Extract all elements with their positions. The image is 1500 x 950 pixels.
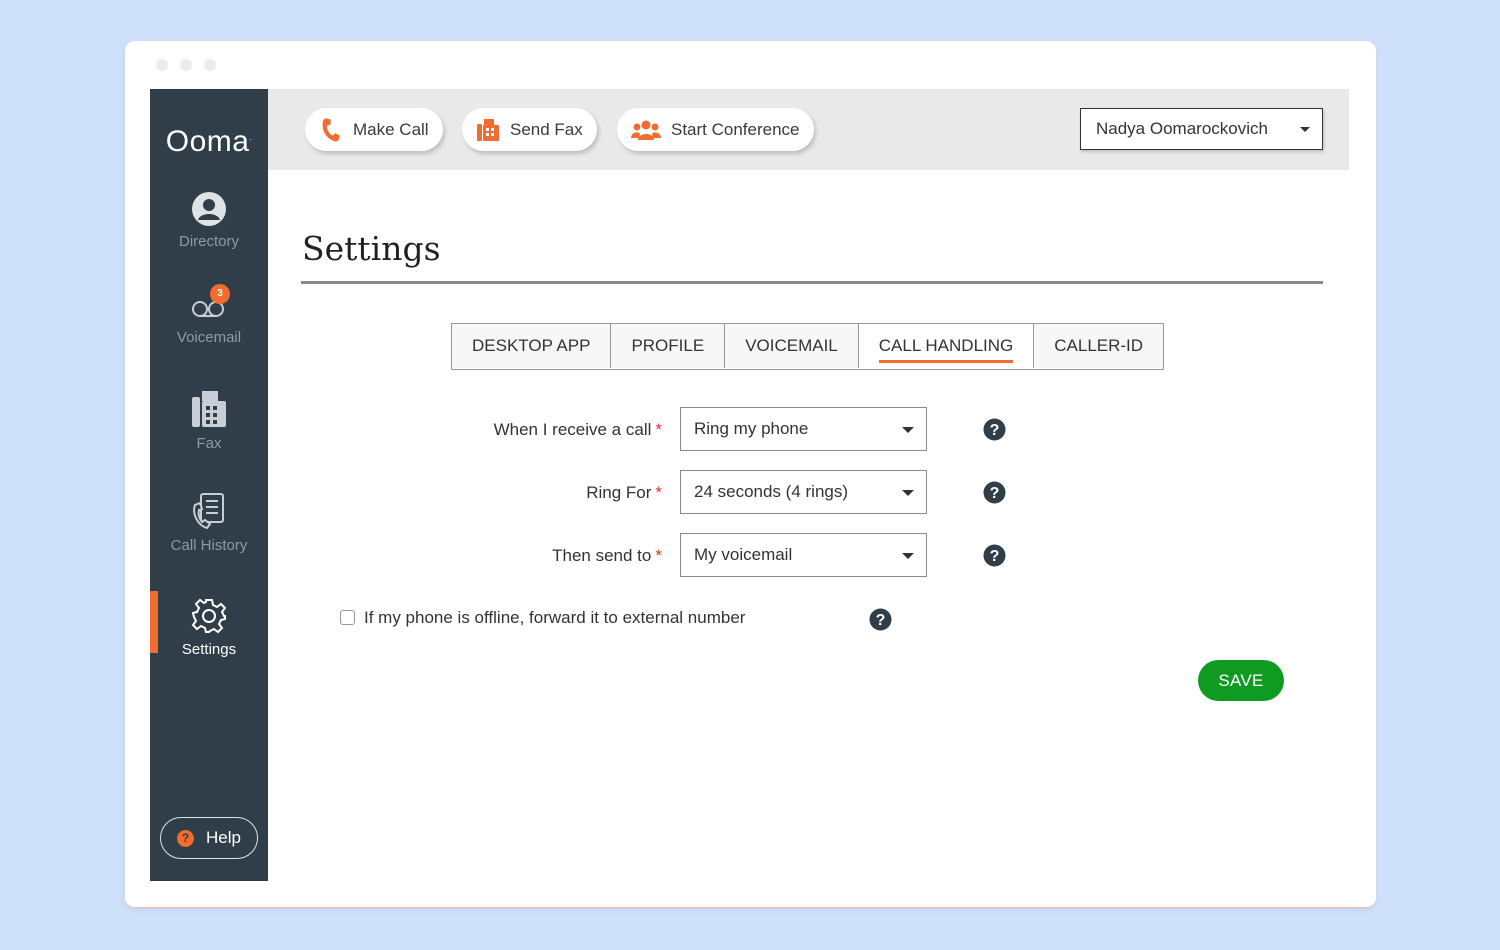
- svg-text:?: ?: [990, 548, 1000, 565]
- title-divider: [301, 281, 1323, 284]
- receive-call-label-text: When I receive a call: [493, 420, 652, 439]
- sidebar-item-voicemail[interactable]: 3 Voicemail: [150, 284, 268, 346]
- question-icon[interactable]: ?: [983, 418, 1006, 441]
- help-icon: ?: [177, 829, 195, 847]
- then-send-value: My voicemail: [694, 545, 793, 564]
- svg-text:?: ?: [990, 422, 1000, 439]
- question-icon[interactable]: ?: [983, 544, 1006, 567]
- settings-tabs: DESKTOP APP PROFILE VOICEMAIL CALL HANDL…: [451, 323, 1165, 370]
- tab-desktop-app[interactable]: DESKTOP APP: [452, 324, 612, 368]
- required-mark: *: [655, 420, 662, 439]
- ring-for-label: Ring For *: [422, 483, 662, 503]
- tab-call-handling[interactable]: CALL HANDLING: [858, 324, 1035, 368]
- send-fax-button[interactable]: Send Fax: [462, 108, 597, 151]
- send-fax-label: Send Fax: [510, 119, 583, 139]
- chevron-down-icon: [902, 553, 914, 559]
- sidebar-item-fax[interactable]: Fax: [150, 389, 268, 452]
- sidebar-item-label: Settings: [181, 641, 237, 658]
- person-icon: [192, 192, 226, 226]
- chevron-down-icon: [1300, 127, 1310, 132]
- ooma-logo: Ooma.: [165, 125, 253, 158]
- top-toolbar: Make Call Send Fax Start Conference Nady…: [268, 89, 1349, 170]
- then-send-label: Then send to *: [422, 546, 662, 566]
- user-name: Nadya Oomarockovich: [1096, 119, 1268, 138]
- question-icon[interactable]: ?: [983, 481, 1006, 504]
- call-history-icon: [193, 493, 224, 530]
- group-icon: [631, 120, 661, 140]
- ring-for-select[interactable]: 24 seconds (4 rings): [680, 470, 927, 514]
- sidebar-item-settings[interactable]: Settings: [150, 591, 268, 658]
- chevron-down-icon: [902, 427, 914, 433]
- make-call-button[interactable]: Make Call: [305, 108, 443, 151]
- gear-icon: [191, 598, 227, 634]
- receive-call-label: When I receive a call *: [422, 420, 662, 440]
- page-title: Settings: [302, 229, 441, 268]
- svg-text:?: ?: [990, 485, 1000, 502]
- sidebar-item-label: Directory: [178, 233, 239, 250]
- sidebar-item-label: Voicemail: [176, 329, 242, 346]
- sidebar-item-label: Fax: [196, 435, 222, 452]
- window-controls: [156, 59, 216, 71]
- fax-icon: [192, 391, 226, 427]
- svg-text:?: ?: [876, 612, 886, 629]
- required-mark: *: [655, 546, 662, 565]
- receive-call-value: Ring my phone: [694, 419, 809, 438]
- sidebar-item-directory[interactable]: Directory: [150, 191, 268, 250]
- offline-forward-label: If my phone is offline, forward it to ex…: [364, 608, 746, 627]
- sidebar-item-label: Call History: [170, 537, 248, 554]
- save-button[interactable]: SAVE: [1198, 660, 1284, 701]
- tab-voicemail[interactable]: VOICEMAIL: [725, 324, 859, 368]
- ring-for-label-text: Ring For: [586, 483, 652, 502]
- ring-for-value: 24 seconds (4 rings): [694, 482, 849, 501]
- app-window: Ooma. Directory 3 Voicemail Fax Call His…: [125, 41, 1376, 908]
- then-send-label-text: Then send to: [552, 546, 652, 565]
- question-icon[interactable]: ?: [869, 608, 892, 631]
- window-minimize-dot[interactable]: [180, 59, 192, 71]
- tab-profile[interactable]: PROFILE: [611, 324, 726, 368]
- window-close-dot[interactable]: [156, 59, 168, 71]
- then-send-select[interactable]: My voicemail: [680, 533, 927, 577]
- tab-caller-id[interactable]: CALLER-ID: [1034, 324, 1164, 368]
- start-conference-label: Start Conference: [671, 119, 800, 139]
- required-mark: *: [655, 483, 662, 502]
- voicemail-count-badge: 3: [210, 284, 230, 304]
- logo-text: Ooma: [165, 125, 250, 158]
- chevron-down-icon: [902, 490, 914, 496]
- offline-forward-checkbox[interactable]: [340, 610, 355, 625]
- start-conference-button[interactable]: Start Conference: [617, 108, 814, 151]
- help-label: Help: [206, 828, 241, 847]
- sidebar: Ooma. Directory 3 Voicemail Fax Call His…: [150, 89, 268, 881]
- make-call-label: Make Call: [353, 119, 429, 139]
- user-dropdown[interactable]: Nadya Oomarockovich: [1080, 108, 1323, 150]
- window-maximize-dot[interactable]: [204, 59, 216, 71]
- receive-call-select[interactable]: Ring my phone: [680, 407, 927, 451]
- phone-icon: [322, 117, 340, 141]
- sidebar-item-call-history[interactable]: Call History: [150, 491, 268, 554]
- fax-icon: [477, 118, 499, 141]
- help-button[interactable]: ? Help: [160, 817, 258, 859]
